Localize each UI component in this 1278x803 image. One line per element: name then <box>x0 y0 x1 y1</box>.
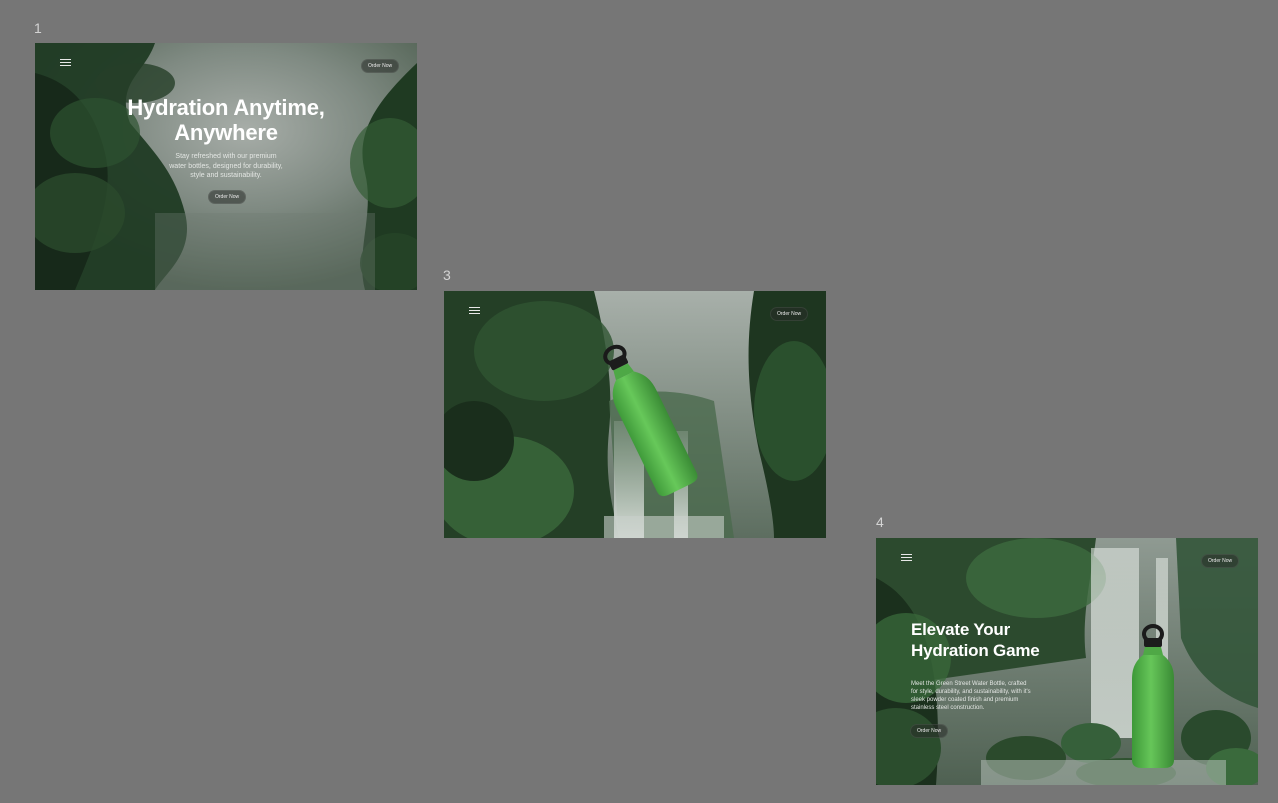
feature-headline-line-2: Hydration Game <box>911 641 1040 660</box>
hero-headline: Hydration Anytime, Anywhere <box>35 95 417 145</box>
hamburger-menu-icon[interactable] <box>469 307 480 315</box>
hero-headline-line-1: Hydration Anytime, <box>127 95 325 120</box>
hamburger-menu-icon[interactable] <box>901 554 912 562</box>
frame-3-product: Order Now <box>444 291 826 538</box>
water-bottle-image <box>1132 624 1174 768</box>
hero-subtext-line-1: Stay refreshed with our premium <box>175 153 277 160</box>
feature-headline: Elevate Your Hydration Game <box>911 619 1040 661</box>
frame-1-hero: Order Now Hydration Anytime, Anywhere St… <box>35 43 417 290</box>
order-now-nav-button[interactable]: Order Now <box>1201 554 1240 568</box>
order-now-nav-button[interactable]: Order Now <box>770 307 809 321</box>
order-now-cta-button[interactable]: Order Now <box>910 724 949 738</box>
hamburger-menu-icon[interactable] <box>60 59 71 67</box>
waterfall-rocks-background-image <box>876 538 1258 785</box>
hero-headline-line-2: Anywhere <box>174 120 278 145</box>
feature-body-line-2: for style, durability, and sustainabilit… <box>911 689 1031 695</box>
feature-body-text: Meet the Green Street Water Bottle, craf… <box>911 680 1031 712</box>
order-now-cta-button[interactable]: Order Now <box>208 190 247 204</box>
feature-body-line-4: stainless steel construction. <box>911 705 985 711</box>
hero-subtext-line-3: style and sustainability. <box>190 172 262 179</box>
hero-subtext: Stay refreshed with our premium water bo… <box>35 152 417 181</box>
order-now-nav-button[interactable]: Order Now <box>361 59 400 73</box>
frame-4-feature: Order Now Elevate Your Hydration Game Me… <box>876 538 1258 785</box>
water-bottle-image <box>603 344 698 497</box>
frame-label-4: 4 <box>876 514 884 530</box>
feature-body-line-1: Meet the Green Street Water Bottle, craf… <box>911 681 1027 687</box>
frame-label-1: 1 <box>34 20 42 36</box>
feature-headline-line-1: Elevate Your <box>911 620 1011 639</box>
feature-body-line-3: sleek powder coated finish and premium <box>911 697 1019 703</box>
hero-subtext-line-2: water bottles, designed for durability, <box>169 162 283 170</box>
frame-label-3: 3 <box>443 267 451 283</box>
